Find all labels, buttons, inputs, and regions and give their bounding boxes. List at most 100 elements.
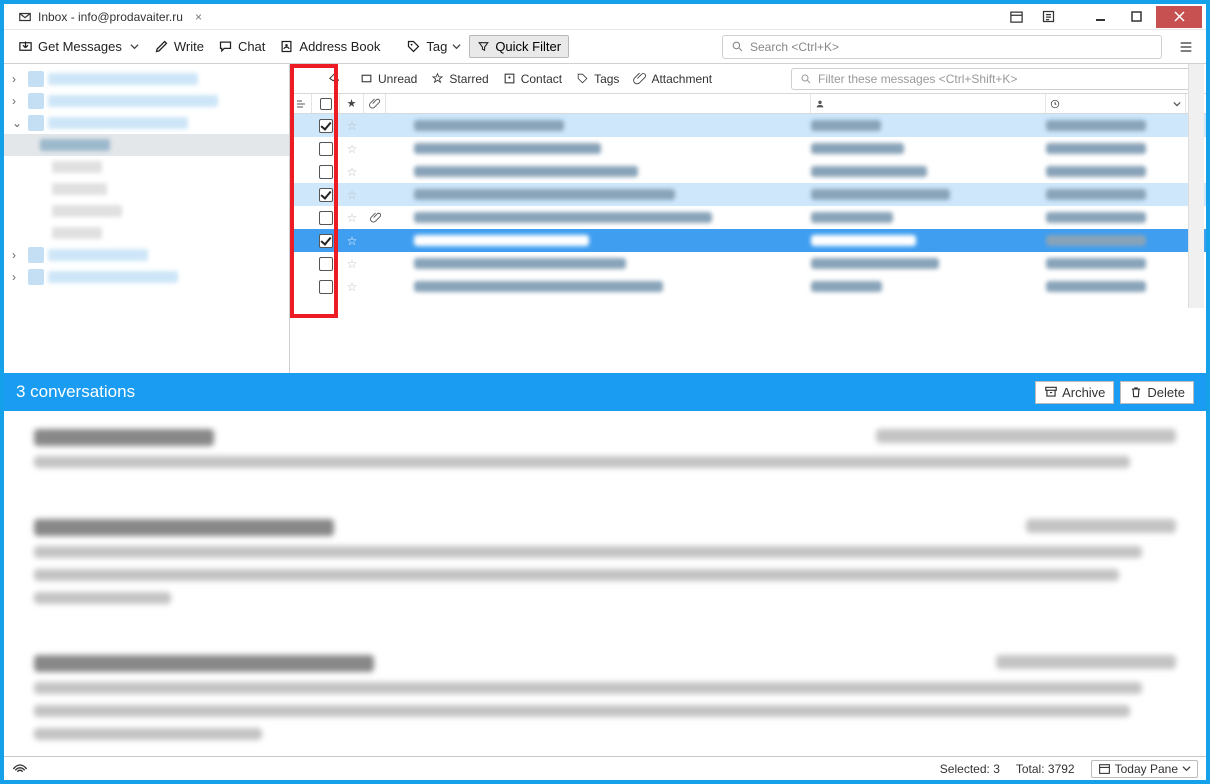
- preview-pane: [4, 411, 1206, 756]
- col-subject[interactable]: [386, 94, 811, 113]
- row-star[interactable]: ☆: [340, 114, 364, 137]
- app-menu-button[interactable]: [1174, 35, 1198, 59]
- tree-item[interactable]: ›: [4, 90, 289, 112]
- row-checkbox[interactable]: [319, 142, 333, 156]
- get-messages-label: Get Messages: [38, 39, 122, 54]
- today-pane-toggle[interactable]: Today Pane: [1091, 760, 1198, 778]
- tag-button[interactable]: Tag: [400, 35, 467, 58]
- row-checkbox[interactable]: [319, 211, 333, 225]
- get-messages-button[interactable]: Get Messages: [12, 35, 128, 58]
- message-row[interactable]: ☆: [290, 206, 1206, 229]
- message-list-pane: Unread Starred Contact Tags Attachment F…: [290, 64, 1206, 373]
- preview-message[interactable]: [34, 429, 1176, 479]
- pin-icon: [328, 72, 342, 86]
- filter-starred[interactable]: Starred: [431, 72, 488, 86]
- message-row[interactable]: ☆: [290, 137, 1206, 160]
- preview-message[interactable]: [34, 655, 1176, 751]
- row-from: [811, 183, 1046, 206]
- row-star[interactable]: ☆: [340, 275, 364, 298]
- delete-button[interactable]: Delete: [1120, 381, 1194, 404]
- tree-item[interactable]: [4, 222, 289, 244]
- tree-item[interactable]: [4, 178, 289, 200]
- filter-contact[interactable]: Contact: [503, 72, 562, 86]
- paperclip-icon: [369, 98, 380, 109]
- row-subject: [386, 229, 811, 252]
- col-date[interactable]: [1046, 94, 1186, 113]
- col-star[interactable]: ★: [340, 94, 364, 113]
- star-icon: [431, 72, 444, 85]
- close-button[interactable]: [1156, 6, 1202, 28]
- tasks-icon[interactable]: [1034, 6, 1062, 28]
- preview-message[interactable]: [34, 519, 1176, 615]
- row-from: [811, 114, 1046, 137]
- archive-button[interactable]: Archive: [1035, 381, 1114, 404]
- row-star[interactable]: ☆: [340, 183, 364, 206]
- chat-icon: [218, 39, 233, 54]
- message-row[interactable]: ☆: [290, 275, 1206, 298]
- row-star[interactable]: ☆: [340, 252, 364, 275]
- global-search-input[interactable]: Search <Ctrl+K>: [722, 35, 1162, 59]
- row-checkbox[interactable]: [319, 234, 333, 248]
- row-checkbox[interactable]: [319, 257, 333, 271]
- col-thread[interactable]: [290, 94, 312, 113]
- paperclip-icon: [633, 72, 646, 85]
- search-icon: [731, 40, 744, 53]
- selection-bar: 3 conversations Archive Delete: [4, 373, 1206, 411]
- selection-count-label: 3 conversations: [16, 382, 135, 402]
- thread-icon: [295, 98, 307, 110]
- row-checkbox[interactable]: [319, 280, 333, 294]
- message-row[interactable]: ☆: [290, 229, 1206, 252]
- row-subject: [386, 183, 811, 206]
- row-from: [811, 206, 1046, 229]
- row-star[interactable]: ☆: [340, 160, 364, 183]
- tree-item[interactable]: ›: [4, 68, 289, 90]
- row-date: [1046, 252, 1186, 275]
- row-checkbox[interactable]: [319, 165, 333, 179]
- tree-item[interactable]: [4, 200, 289, 222]
- filter-attachment[interactable]: Attachment: [633, 72, 712, 86]
- tree-item[interactable]: ›: [4, 244, 289, 266]
- filter-unread[interactable]: Unread: [360, 72, 417, 86]
- chat-button[interactable]: Chat: [212, 35, 271, 58]
- tab-close-icon[interactable]: ×: [195, 10, 202, 24]
- write-button[interactable]: Write: [148, 35, 210, 58]
- chat-label: Chat: [238, 39, 265, 54]
- row-checkbox[interactable]: [319, 119, 333, 133]
- message-row[interactable]: ☆: [290, 183, 1206, 206]
- online-status-icon[interactable]: [12, 763, 28, 775]
- tree-item[interactable]: [4, 156, 289, 178]
- address-book-button[interactable]: Address Book: [273, 35, 386, 58]
- message-row[interactable]: ☆: [290, 252, 1206, 275]
- minimize-button[interactable]: [1084, 6, 1116, 28]
- scrollbar[interactable]: [1188, 64, 1204, 308]
- titlebar: Inbox - info@prodavaiter.ru ×: [4, 4, 1206, 30]
- col-from[interactable]: [811, 94, 1046, 113]
- filter-tags[interactable]: Tags: [576, 72, 619, 86]
- message-row[interactable]: ☆: [290, 160, 1206, 183]
- get-messages-dropdown[interactable]: [130, 42, 146, 51]
- row-date: [1046, 160, 1186, 183]
- calendar-icon[interactable]: [1002, 6, 1030, 28]
- message-row[interactable]: ☆: [290, 114, 1206, 137]
- pencil-icon: [154, 39, 169, 54]
- col-attachment[interactable]: [364, 94, 386, 113]
- tree-item-selected[interactable]: [4, 134, 289, 156]
- clock-icon: [1050, 99, 1060, 109]
- row-star[interactable]: ☆: [340, 137, 364, 160]
- window-tab[interactable]: Inbox - info@prodavaiter.ru ×: [12, 8, 208, 26]
- archive-icon: [1044, 385, 1058, 399]
- row-star[interactable]: ☆: [340, 229, 364, 252]
- tag-icon: [576, 72, 589, 85]
- row-star[interactable]: ☆: [340, 206, 364, 229]
- row-date: [1046, 137, 1186, 160]
- col-select[interactable]: [312, 94, 340, 113]
- tree-item[interactable]: ›: [4, 266, 289, 288]
- filter-search-input[interactable]: Filter these messages <Ctrl+Shift+K>: [791, 68, 1196, 90]
- quick-filter-button[interactable]: Quick Filter: [469, 35, 569, 58]
- row-checkbox[interactable]: [319, 188, 333, 202]
- tag-icon: [406, 39, 421, 54]
- tree-item[interactable]: ⌄: [4, 112, 289, 134]
- unread-dot-icon: [360, 72, 373, 85]
- pin-button[interactable]: [324, 72, 346, 86]
- maximize-button[interactable]: [1120, 6, 1152, 28]
